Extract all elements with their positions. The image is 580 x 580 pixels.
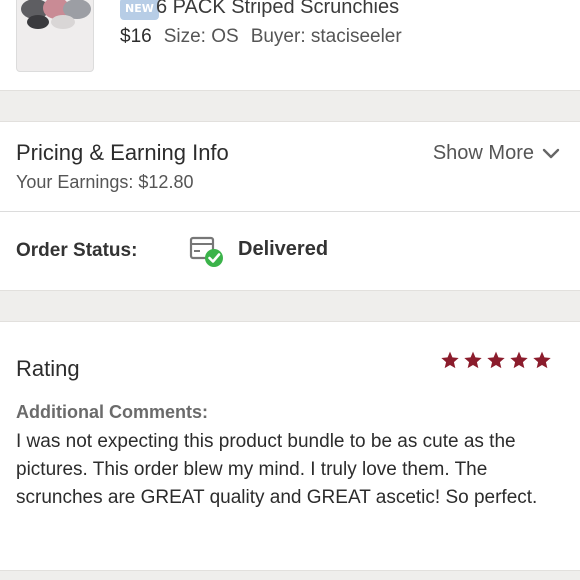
section-divider [0,570,580,580]
order-status-section: Order Status: Delivered [0,212,580,290]
new-badge: NEW [120,0,159,20]
star-icon [464,351,482,369]
product-thumbnail[interactable] [16,0,94,72]
section-divider [0,90,580,122]
comments-label: Additional Comments: [16,402,208,422]
star-icon [510,351,528,369]
section-divider [0,290,580,322]
pricing-section: Pricing & Earning Info Your Earnings: $1… [0,122,580,212]
order-status-label: Order Status: [16,240,138,261]
chevron-down-icon [542,148,560,158]
star-icon [487,351,505,369]
star-icon [441,351,459,369]
listing-buyer: Buyer: staciseeler [250,26,402,47]
rating-title: Rating [16,356,80,381]
order-status-value: Delivered [238,238,329,260]
pricing-title: Pricing & Earning Info [16,140,229,165]
delivered-package-icon [189,236,223,267]
your-earnings: Your Earnings: $12.80 [16,172,194,192]
listing-price: $16 [120,26,152,47]
listing-size: Size: OS [163,26,239,47]
listing-summary[interactable]: NEW 6 PACK Striped Scrunchies $16 Size: O… [0,0,580,90]
listing-meta: $16 Size: OS Buyer: staciseeler [120,26,402,48]
listing-title[interactable]: 6 PACK Striped Scrunchies [156,0,399,19]
star-icon [533,351,551,369]
show-more-button[interactable]: Show More [433,142,560,165]
comments-text: I was not expecting this product bundle … [16,431,538,508]
show-more-label: Show More [432,142,534,164]
star-rating [440,350,552,370]
rating-section: Rating Additional Comments: I was not ex… [0,322,580,570]
